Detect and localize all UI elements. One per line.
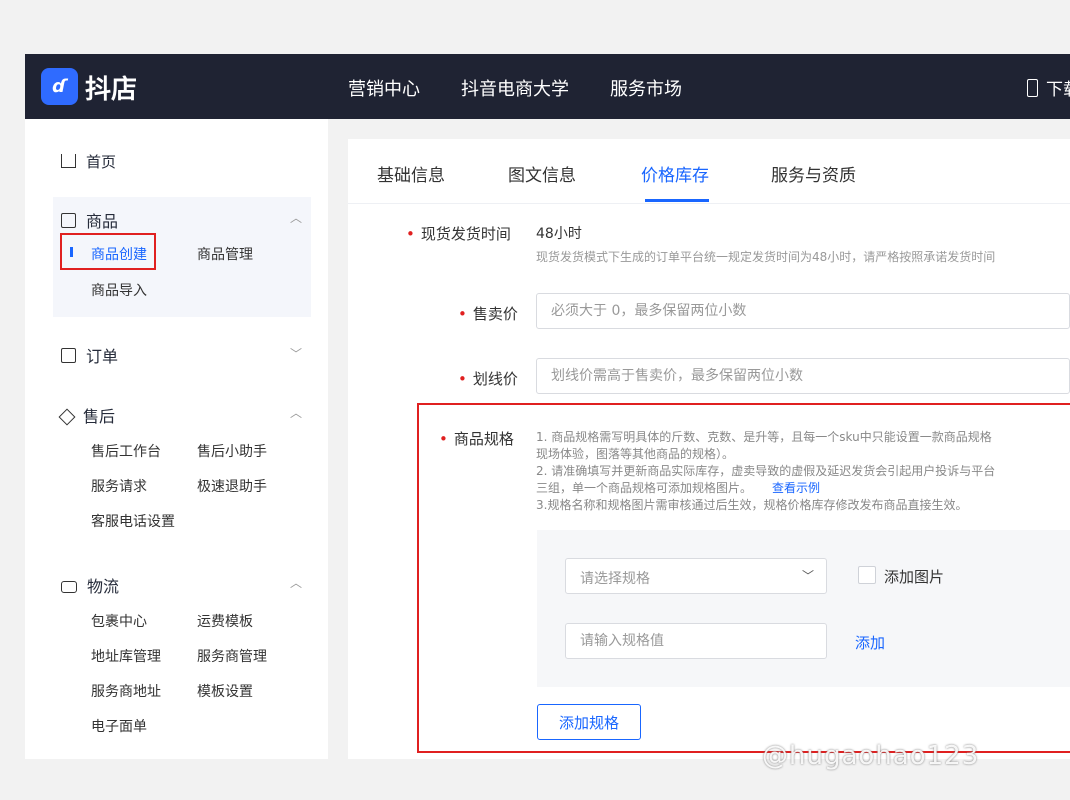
- chevron-up-icon[interactable]: ︿: [290, 574, 302, 591]
- ship-time-value: 48小时: [536, 226, 582, 242]
- sidebar-group-orders[interactable]: 订单: [61, 343, 118, 367]
- sidebar-group-logistics[interactable]: 物流: [61, 573, 119, 597]
- tab-bar: 基础信息 图文信息 价格库存 服务与资质: [348, 139, 1070, 204]
- spec-select[interactable]: 请选择规格 ﹀: [565, 558, 827, 594]
- strike-price-input[interactable]: [536, 358, 1070, 394]
- active-tab-underline: [645, 199, 709, 202]
- app-name[interactable]: 抖店: [85, 69, 137, 106]
- add-image-checkbox[interactable]: [858, 566, 876, 584]
- phone-icon: [1027, 79, 1038, 97]
- sidebar-item-aftersale-assistant[interactable]: 售后小助手: [197, 441, 267, 461]
- sidebar-item-package-center[interactable]: 包裹中心: [91, 611, 147, 631]
- spec-label: • 商品规格: [439, 430, 514, 448]
- sidebar-item-e-waybill[interactable]: 电子面单: [91, 716, 147, 736]
- cube-icon: [58, 408, 76, 426]
- truck-icon: [61, 581, 77, 593]
- sidebar-item-freight-template[interactable]: 运费模板: [197, 611, 253, 631]
- ship-time-hint: 现货发货模式下生成的订单平台统一规定发货时间为48小时，请严格按照承诺发货时间: [536, 250, 996, 264]
- nav-ecommerce-university[interactable]: 抖音电商大学: [461, 75, 569, 101]
- add-spec-value-link[interactable]: 添加: [855, 632, 885, 653]
- price-label: • 售卖价: [458, 305, 518, 323]
- spec-value-input[interactable]: [565, 623, 827, 659]
- add-spec-button[interactable]: 添加规格: [537, 704, 641, 740]
- tab-basic-info[interactable]: 基础信息: [377, 161, 445, 186]
- sidebar-item-service-phone[interactable]: 客服电话设置: [91, 511, 175, 531]
- chevron-down-icon: ﹀: [801, 569, 814, 583]
- sidebar-item-template-settings[interactable]: 模板设置: [197, 681, 253, 701]
- sidebar-item-address-library[interactable]: 地址库管理: [91, 646, 161, 666]
- sidebar-item-goods-manage[interactable]: 商品管理: [197, 244, 253, 264]
- sidebar-item-goods-import[interactable]: 商品导入: [91, 280, 147, 300]
- tab-image-text[interactable]: 图文信息: [508, 161, 576, 186]
- chevron-down-icon[interactable]: ﹀: [290, 345, 302, 362]
- strike-price-label: • 划线价: [458, 370, 518, 388]
- price-input[interactable]: [536, 293, 1070, 329]
- nav-marketing-center[interactable]: 营销中心: [348, 75, 420, 101]
- annotation-highlight-box: [60, 233, 156, 270]
- sidebar-item-home[interactable]: 首页: [61, 151, 116, 172]
- top-navbar: ɗ 抖店 营销中心 抖音电商大学 服务市场 下载: [25, 54, 1070, 119]
- ship-time-label: • 现货发货时间: [406, 225, 511, 243]
- add-image-label[interactable]: 添加图片: [884, 566, 944, 587]
- nav-service-market[interactable]: 服务市场: [610, 75, 682, 101]
- sidebar-item-aftersale-workbench[interactable]: 售后工作台: [91, 441, 161, 461]
- sidebar-item-provider-address[interactable]: 服务商地址: [91, 681, 161, 701]
- sidebar-item-provider-manage[interactable]: 服务商管理: [197, 646, 267, 666]
- chevron-up-icon[interactable]: ︿: [290, 404, 302, 421]
- chevron-up-icon[interactable]: ︿: [290, 209, 302, 226]
- sidebar-group-aftersale[interactable]: 售后: [58, 403, 115, 427]
- home-icon: [61, 154, 76, 168]
- sidebar: 首页 商品 ︿ 商品创建 商品管理 商品导入 订单 ﹀ 售后 ︿ 售后工作台 售…: [25, 119, 328, 759]
- spec-notes: 1. 商品规格需写明具体的斤数、克数、是升等，且每一个sku中只能设置一款商品规…: [536, 430, 996, 512]
- tab-price-stock[interactable]: 价格库存: [641, 161, 709, 186]
- sidebar-group-goods[interactable]: 商品: [61, 208, 118, 232]
- watermark: @hugaohao123: [762, 741, 980, 771]
- main-panel: 基础信息 图文信息 价格库存 服务与资质 • 现货发货时间 48小时 现货发货模式…: [348, 139, 1070, 759]
- order-icon: [61, 348, 76, 363]
- douyin-shop-logo-icon[interactable]: ɗ: [41, 68, 78, 105]
- download-button[interactable]: 下载: [1027, 75, 1070, 100]
- sidebar-item-fast-refund[interactable]: 极速退助手: [197, 476, 267, 496]
- tab-service-qualification[interactable]: 服务与资质: [771, 161, 856, 186]
- box-icon: [61, 213, 76, 228]
- view-example-link[interactable]: 查看示例: [772, 481, 820, 495]
- spec-edit-panel: [537, 530, 1070, 687]
- sidebar-item-service-request[interactable]: 服务请求: [91, 476, 147, 496]
